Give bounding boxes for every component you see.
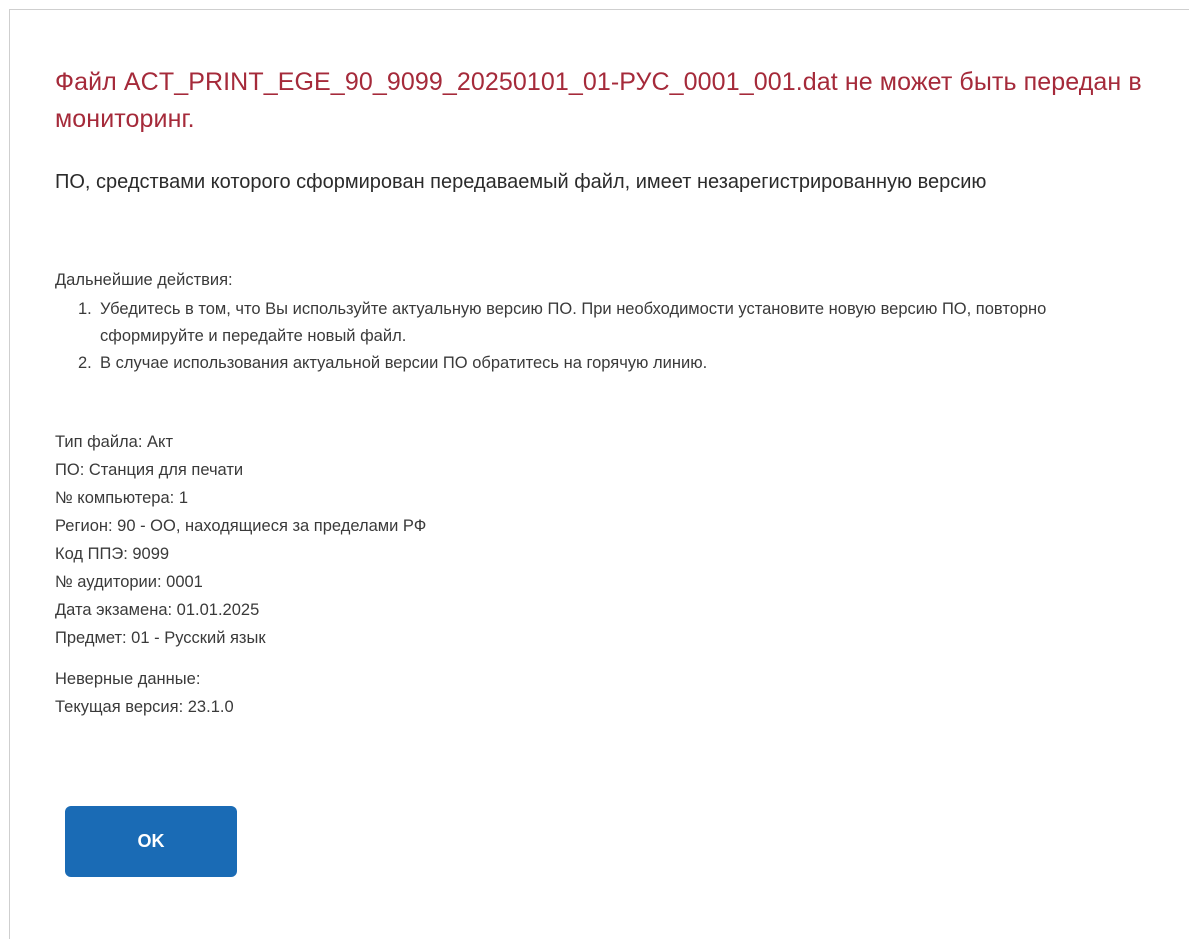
invalid-data-label: Неверные данные: [55, 670, 201, 688]
list-item-number: 1. [78, 300, 92, 318]
invalid-data-block: Неверные данные: Текущая версия: 23.1.0 [55, 665, 234, 721]
dialog-subtitle: ПО, средствами которого сформирован пере… [55, 171, 987, 193]
info-exam-date: Дата экзамена: 01.01.2025 [55, 601, 260, 619]
info-subject: Предмет: 01 - Русский язык [55, 629, 266, 647]
file-info-block: Тип файла: Акт ПО: Станция для печати № … [55, 428, 426, 652]
list-item-text: Убедитесь в том, что Вы используйте акту… [100, 300, 1047, 345]
info-computer-number: № компьютера: 1 [55, 489, 188, 507]
ok-button[interactable]: OK [65, 806, 237, 877]
error-dialog: Файл ACT_PRINT_EGE_90_9099_20250101_01-Р… [9, 9, 1189, 939]
next-actions-label: Дальнейшие действия: [55, 271, 233, 289]
info-room-number: № аудитории: 0001 [55, 573, 203, 591]
current-version: Текущая версия: 23.1.0 [55, 698, 234, 716]
info-software: ПО: Станция для печати [55, 461, 244, 479]
list-item-number: 2. [78, 354, 92, 372]
list-item: 2. В случае использования актуальной вер… [78, 350, 1078, 377]
info-ppe-code: Код ППЭ: 9099 [55, 545, 170, 563]
list-item: 1. Убедитесь в том, что Вы используйте а… [78, 296, 1078, 350]
next-actions-list: 1. Убедитесь в том, что Вы используйте а… [78, 296, 1078, 377]
dialog-title: Файл ACT_PRINT_EGE_90_9099_20250101_01-Р… [55, 68, 1142, 133]
info-region: Регион: 90 - ОО, находящиеся за пределам… [55, 517, 427, 535]
info-file-type: Тип файла: Акт [55, 433, 173, 451]
list-item-text: В случае использования актуальной версии… [100, 354, 708, 372]
